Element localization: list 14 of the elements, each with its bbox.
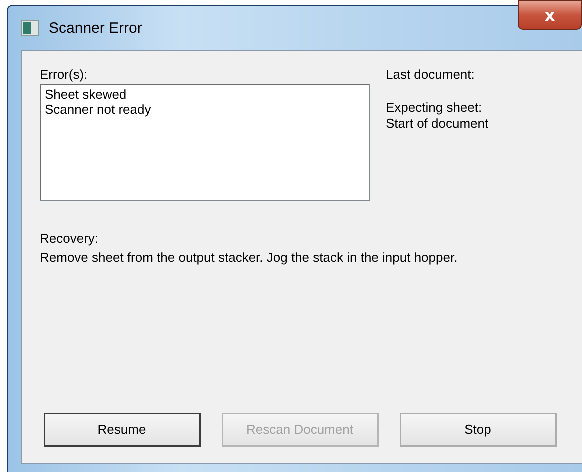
close-button[interactable]: x xyxy=(518,0,582,30)
info-label: Expecting sheet: xyxy=(386,100,484,116)
info-label: Last document: xyxy=(386,67,476,83)
window-title: Scanner Error xyxy=(49,20,142,36)
info-value: Start of document xyxy=(386,116,489,132)
error-item: Sheet skewed xyxy=(45,87,128,102)
recovery-label: Recovery: xyxy=(40,231,100,247)
dialog-button[interactable]: Stop xyxy=(400,413,557,447)
errors-list[interactable]: Sheet skewed Scanner not ready xyxy=(40,84,370,201)
errors-label: Error(s): xyxy=(40,67,89,83)
app-icon xyxy=(21,20,39,36)
error-item: Scanner not ready xyxy=(45,102,152,117)
recovery-text: Remove sheet from the output stacker. Jog the stack in the input hopper. xyxy=(40,249,459,266)
dialog-button[interactable]: Resume xyxy=(44,413,201,447)
